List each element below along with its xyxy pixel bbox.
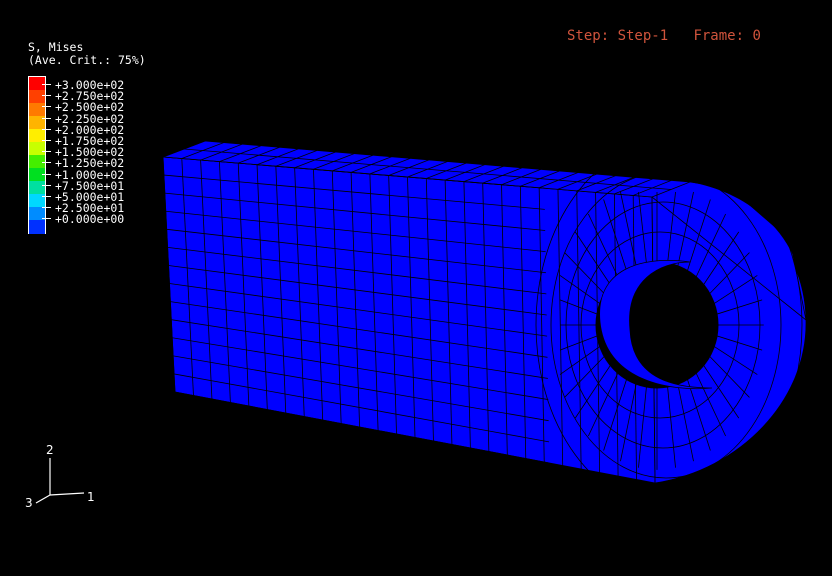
- triad-axis-1-line: [49, 492, 85, 496]
- viewport-canvas[interactable]: S, Mises (Ave. Crit.: 75%) +3.000e+02 +2.…: [0, 0, 832, 576]
- triad-axis-3-line: [35, 494, 51, 504]
- triad-axis-2-label: 2: [46, 443, 54, 457]
- view-triad: 2 1 3: [25, 443, 95, 510]
- triad-axis-3-label: 3: [25, 496, 33, 510]
- triad-axis-1-label: 1: [87, 490, 95, 504]
